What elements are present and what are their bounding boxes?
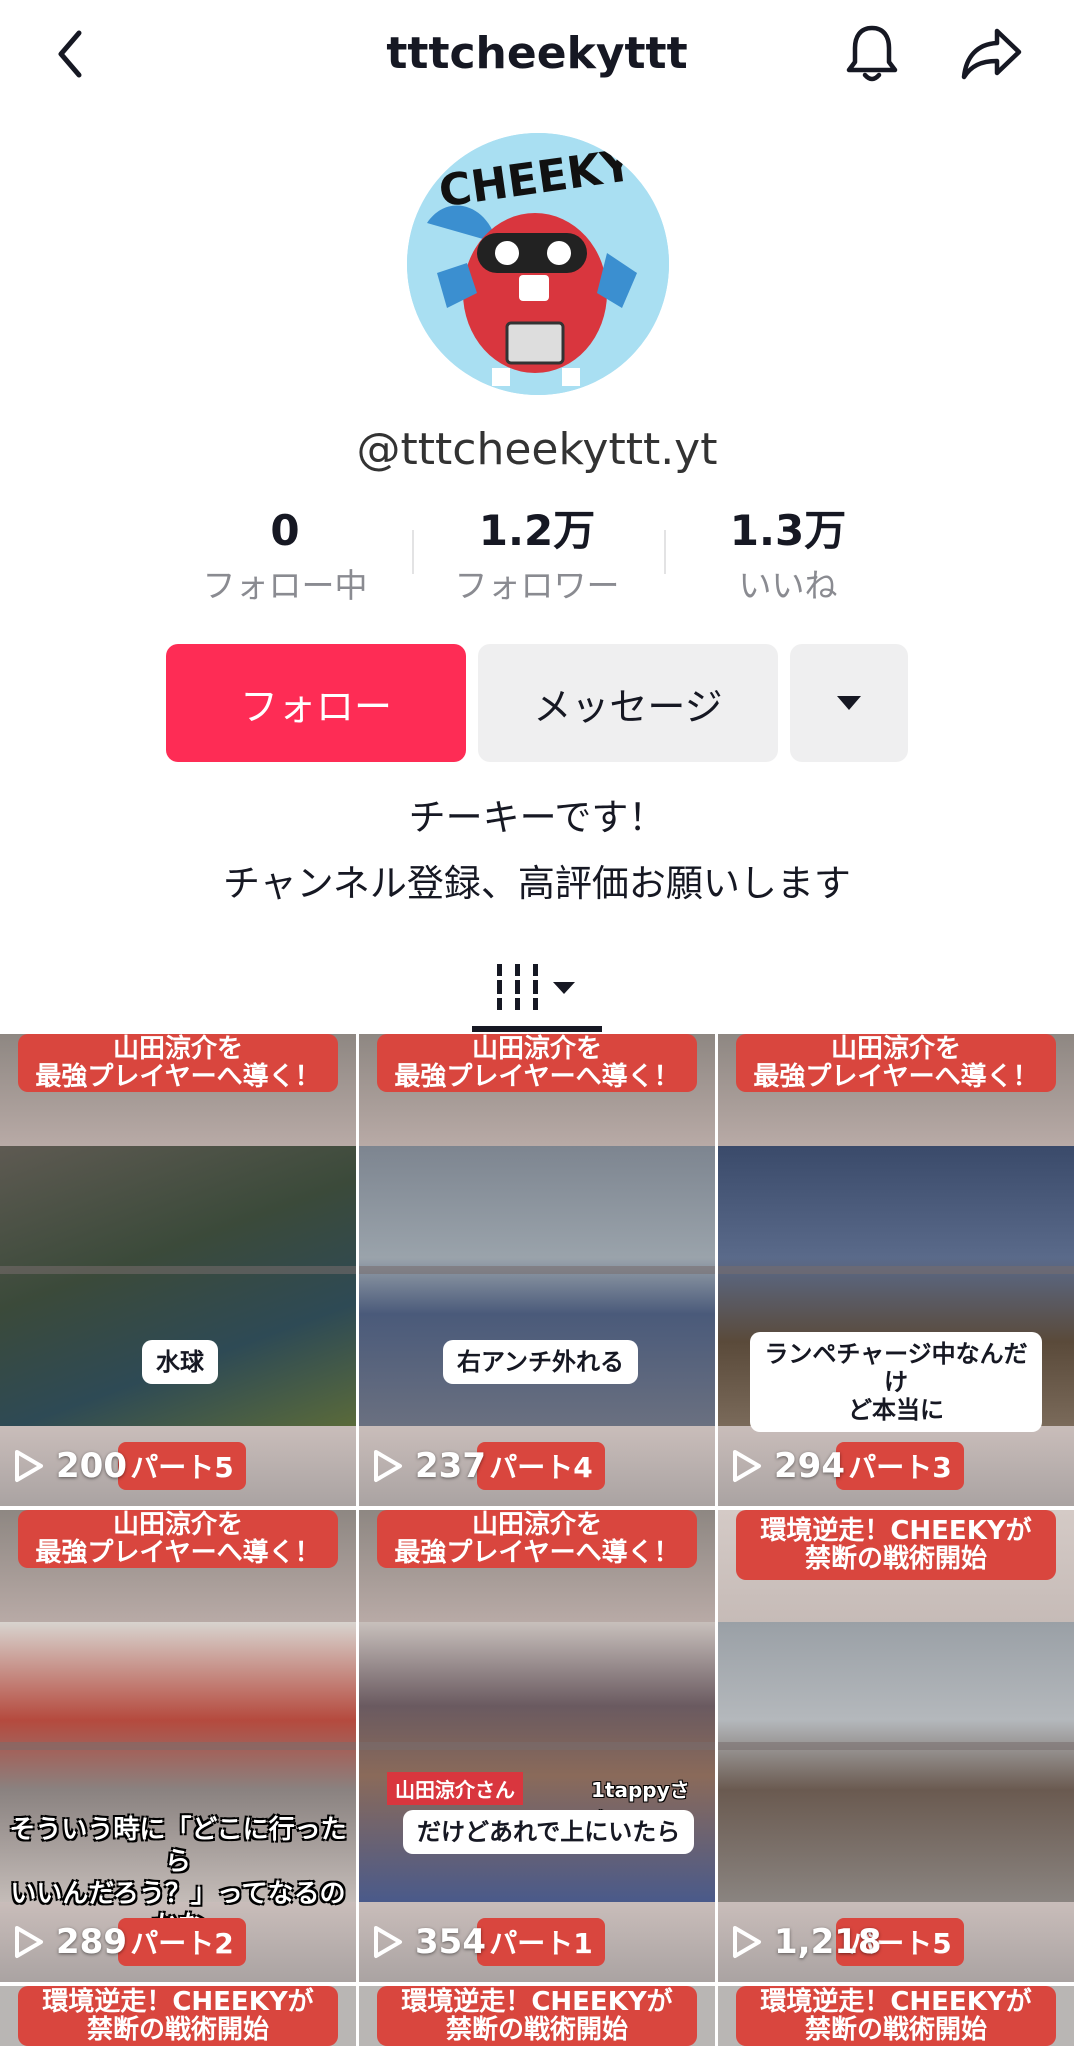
part-badge: パート5 — [118, 1442, 246, 1490]
view-count: 1,218 — [732, 1918, 882, 1966]
share-button[interactable] — [955, 20, 1027, 86]
video-thumbnail[interactable]: 山田涼介を 最強プレイヤーへ導く！ ランペチャージ中なんだけ ど本当に パート3… — [718, 1034, 1074, 1506]
play-icon — [15, 1926, 43, 1958]
stat-following[interactable]: 0 フォロー中 — [175, 500, 395, 608]
tab-videos[interactable] — [472, 942, 602, 1032]
part-badge: パート4 — [477, 1442, 605, 1490]
video-caption: ランペチャージ中なんだけ ど本当に — [750, 1332, 1042, 1432]
page-title: tttcheekyttt — [386, 28, 688, 79]
game-screenshot — [359, 1146, 715, 1426]
stat-divider — [412, 530, 414, 574]
message-button[interactable]: メッセージ — [478, 644, 778, 762]
more-options-button[interactable] — [790, 644, 908, 762]
view-count: 200 — [14, 1442, 127, 1490]
stat-label: フォロー中 — [202, 566, 368, 605]
profile-handle: @tttcheekyttt.yt — [356, 424, 718, 475]
stat-value: 0 — [270, 506, 300, 555]
play-icon — [374, 1450, 402, 1482]
tab-underline — [472, 1026, 602, 1032]
video-banner: 山田涼介を 最強プレイヤーへ導く！ — [18, 1034, 338, 1092]
video-thumbnail[interactable]: 環境逆走！CHEEKYが 禁断の戦術開始 — [359, 1986, 715, 2046]
video-banner: 環境逆走！CHEEKYが 禁断の戦術開始 — [736, 1986, 1056, 2046]
thumb-strip — [359, 1742, 715, 1750]
stat-divider — [664, 530, 666, 574]
video-banner: 環境逆走！CHEEKYが 禁断の戦術開始 — [377, 1986, 697, 2046]
thumb-strip — [359, 1266, 715, 1274]
thumb-strip — [0, 1266, 356, 1274]
video-banner: 山田涼介を 最強プレイヤーへ導く！ — [377, 1510, 697, 1568]
top-bar: tttcheekyttt — [0, 0, 1074, 110]
video-banner: 環境逆走！CHEEKYが 禁断の戦術開始 — [18, 1986, 338, 2046]
video-thumbnail[interactable]: 山田涼介を 最強プレイヤーへ導く！ 水球 パート5 200 — [0, 1034, 356, 1506]
video-caption: 水球 — [142, 1340, 218, 1384]
play-icon — [733, 1926, 761, 1958]
video-thumbnail[interactable]: 山田涼介を 最強プレイヤーへ導く！ 右アンチ外れる パート4 237 — [359, 1034, 715, 1506]
stat-label: いいね — [738, 566, 838, 605]
notification-button[interactable] — [842, 18, 902, 88]
video-banner: 環境逆走！CHEEKYが 禁断の戦術開始 — [736, 1510, 1056, 1580]
view-count-value: 237 — [415, 1446, 486, 1486]
stat-value: 1.2万 — [478, 506, 596, 555]
thumb-strip — [718, 1266, 1074, 1274]
view-count: 289 — [14, 1918, 127, 1966]
view-count-value: 289 — [56, 1922, 127, 1962]
part-badge: パート3 — [836, 1442, 964, 1490]
video-caption: 右アンチ外れる — [443, 1340, 639, 1384]
avatar-mascot-icon: CHEEKY — [407, 133, 669, 395]
game-screenshot — [359, 1622, 715, 1902]
share-icon — [961, 28, 1022, 80]
follow-button[interactable]: フォロー — [166, 644, 466, 762]
part-badge: パート2 — [118, 1918, 246, 1966]
play-icon — [15, 1450, 43, 1482]
video-banner: 山田涼介を 最強プレイヤーへ導く！ — [736, 1034, 1056, 1092]
view-count: 294 — [732, 1442, 845, 1490]
view-count: 237 — [373, 1442, 486, 1490]
view-count-value: 294 — [774, 1446, 845, 1486]
name-tag-left: 山田涼介さん — [387, 1772, 523, 1805]
game-screenshot — [0, 1146, 356, 1426]
video-caption: だけどあれで上にいたら — [403, 1810, 695, 1854]
view-count-value: 354 — [415, 1922, 486, 1962]
video-banner: 山田涼介を 最強プレイヤーへ導く！ — [377, 1034, 697, 1092]
play-icon — [374, 1926, 402, 1958]
video-grid: 山田涼介を 最強プレイヤーへ導く！ 水球 パート5 200 山田涼介を 最強プレ… — [0, 1034, 1074, 2048]
caret-down-icon — [837, 696, 861, 710]
profile-stats: 0 フォロー中 1.2万 フォロワー 1.3万 いいね — [0, 500, 1074, 610]
video-thumbnail[interactable]: 環境逆走！CHEEKYが 禁断の戦術開始 パート5 1,218 — [718, 1510, 1074, 1982]
bell-icon — [846, 25, 898, 82]
thumb-strip — [718, 1742, 1074, 1750]
play-icon — [733, 1450, 761, 1482]
video-thumbnail[interactable]: 山田涼介を 最強プレイヤーへ導く！ そういう時に「どこに行ったら いいんだろう？… — [0, 1510, 356, 1982]
stat-label: フォロワー — [454, 566, 620, 605]
avatar[interactable]: CHEEKY — [407, 133, 669, 395]
bio-line-2: チャンネル登録、高評価お願いします — [223, 862, 851, 905]
video-thumbnail[interactable]: 環境逆走！CHEEKYが 禁断の戦術開始 — [718, 1986, 1074, 2046]
grid-columns-icon — [497, 964, 575, 1010]
video-banner: 山田涼介を 最強プレイヤーへ導く！ — [18, 1510, 338, 1568]
view-count: 354 — [373, 1918, 486, 1966]
thumb-strip — [0, 1742, 356, 1750]
stat-followers[interactable]: 1.2万 フォロワー — [427, 500, 647, 608]
stat-likes: 1.3万 いいね — [678, 500, 898, 608]
video-thumbnail[interactable]: 山田涼介を 最強プレイヤーへ導く！ 山田涼介さん 1tappyさん だけどあれで… — [359, 1510, 715, 1982]
stat-value: 1.3万 — [729, 506, 847, 555]
game-screenshot — [718, 1622, 1074, 1902]
part-badge: パート1 — [477, 1918, 605, 1966]
view-count-value: 200 — [56, 1446, 127, 1486]
video-thumbnail[interactable]: 環境逆走！CHEEKYが 禁断の戦術開始 — [0, 1986, 356, 2046]
bio-line-1: チーキーです！ — [408, 796, 666, 839]
view-count-value: 1,218 — [774, 1922, 882, 1962]
